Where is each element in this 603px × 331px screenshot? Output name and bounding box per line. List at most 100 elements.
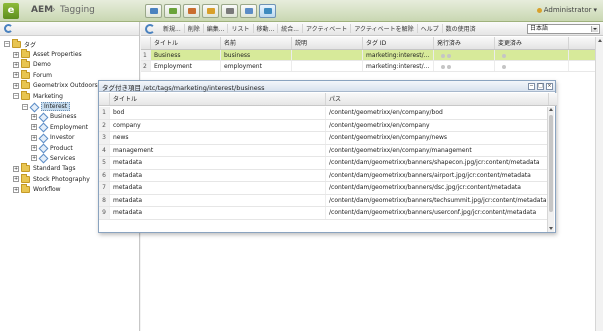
column-header[interactable]: 名前: [221, 37, 292, 49]
expand-icon[interactable]: +: [31, 124, 37, 131]
table-row[interactable]: 9 metadata/content/dam/geometrixx/banners…: [99, 207, 549, 220]
folder-icon: [21, 80, 30, 90]
expand-icon[interactable]: +: [13, 51, 19, 58]
toolbar-button[interactable]: アクティベートを解除: [351, 24, 418, 33]
top-bar: e AEM › Tagging Administrator ▾: [0, 0, 603, 22]
collapse-icon[interactable]: −: [4, 41, 10, 48]
tagged-items-window: タグ付き項目 /etc/tags/marketing/interest/busi…: [98, 80, 557, 233]
folder-icon: [21, 173, 30, 183]
collapse-icon[interactable]: −: [22, 103, 28, 110]
expand-icon[interactable]: +: [13, 186, 19, 193]
row-number: 2: [141, 61, 151, 71]
campaigns-icon: [207, 8, 215, 14]
close-icon[interactable]: ×: [546, 83, 553, 90]
user-menu[interactable]: Administrator ▾: [536, 6, 597, 14]
collapse-icon[interactable]: −: [13, 93, 19, 100]
table-row[interactable]: 2 company/content/geometrixx/en/company: [99, 119, 549, 132]
column-header[interactable]: パス: [326, 93, 549, 105]
tree-item[interactable]: − タグ: [0, 38, 139, 49]
tag-icon: [39, 123, 47, 131]
column-header[interactable]: タイトル: [151, 37, 221, 49]
expand-icon[interactable]: +: [13, 72, 19, 79]
expand-icon[interactable]: +: [13, 176, 19, 183]
app-name[interactable]: AEM: [31, 5, 53, 15]
expand-icon[interactable]: +: [31, 134, 37, 141]
column-header[interactable]: 変更済み: [495, 37, 569, 49]
table-row[interactable]: 7 metadata/content/dam/geometrixx/banners…: [99, 182, 549, 195]
cell-published: [434, 50, 495, 60]
toolbar-button[interactable]: 移動...: [254, 24, 279, 33]
refresh-icon[interactable]: [145, 23, 155, 34]
table-row[interactable]: 4 management/content/geometrixx/en/compan…: [99, 144, 549, 157]
expand-icon[interactable]: +: [13, 82, 19, 89]
table-row[interactable]: 5 metadata/content/dam/geometrixx/banners…: [99, 157, 549, 170]
communities-icon: [188, 8, 196, 14]
cell-title: metadata: [110, 207, 326, 219]
expand-icon[interactable]: +: [31, 113, 37, 120]
status-dot-icon: [447, 53, 451, 58]
toolbar-button[interactable]: 統合...: [278, 24, 303, 33]
language-select[interactable]: 日本語: [527, 24, 600, 34]
cell-modified: [495, 50, 569, 60]
maximize-icon[interactable]: □: [537, 83, 544, 90]
status-dot-icon: [502, 64, 506, 69]
table-row[interactable]: 6 metadata/content/dam/geometrixx/banners…: [99, 169, 549, 182]
console-button-users[interactable]: [240, 4, 257, 18]
user-name: Administrator: [543, 6, 592, 14]
tree-item[interactable]: + Demo: [0, 59, 139, 70]
expand-icon[interactable]: +: [31, 155, 37, 162]
window-title: タグ付き項目 /etc/tags/marketing/interest/busi…: [102, 84, 265, 92]
table-row[interactable]: 1 Business business marketing:interest/bu..…: [141, 50, 603, 61]
console-button-campaigns[interactable]: [202, 4, 219, 18]
column-header[interactable]: 発行済み: [434, 37, 495, 49]
toolbar-button[interactable]: アクティベート: [303, 24, 352, 33]
table-row[interactable]: 3 news/content/geometrixx/en/company/news: [99, 132, 549, 145]
chevron-down-icon[interactable]: [591, 26, 598, 32]
grid-scrollbar[interactable]: [595, 37, 603, 331]
tree-item[interactable]: + Forum: [0, 69, 139, 80]
column-header[interactable]: タイトル: [110, 93, 326, 105]
row-number: 2: [99, 119, 110, 131]
console-button-websites[interactable]: [145, 4, 162, 18]
scroll-up-icon[interactable]: [549, 108, 553, 111]
expand-icon[interactable]: +: [13, 61, 19, 68]
user-icon: [536, 7, 542, 13]
folder-icon: [21, 90, 30, 100]
expand-icon[interactable]: +: [31, 145, 37, 152]
row-number: 1: [141, 50, 151, 60]
toolbar-button[interactable]: 数の使用済: [443, 24, 479, 33]
table-row[interactable]: 2 Employment employment marketing:interest/…: [141, 61, 603, 72]
table-row[interactable]: 1 bod/content/geometrixx/en/company/bod: [99, 107, 549, 120]
scroll-thumb[interactable]: [549, 115, 553, 212]
expand-icon[interactable]: +: [13, 165, 19, 172]
scroll-down-icon[interactable]: [549, 227, 553, 230]
tree-item-label: Stock Photography: [33, 175, 90, 183]
cell-title: metadata: [110, 157, 326, 169]
minimize-icon[interactable]: −: [528, 83, 535, 90]
table-row[interactable]: 8 metadata/content/dam/geometrixx/banners…: [99, 194, 549, 207]
column-header[interactable]: 説明: [292, 37, 363, 49]
toolbar-button[interactable]: 編集...: [204, 24, 229, 33]
popup-scrollbar[interactable]: [547, 107, 554, 232]
toolbar-button[interactable]: 削除: [185, 24, 204, 33]
window-title-bar[interactable]: タグ付き項目 /etc/tags/marketing/interest/busi…: [99, 81, 555, 92]
chevron-down-icon: ▾: [593, 6, 597, 14]
tree-item[interactable]: + Asset Properties: [0, 49, 139, 59]
toolbar-button[interactable]: ヘルプ: [418, 24, 443, 33]
grid-toolbar: 新規... 削除 編集... リスト 移動... 統合... アクティベート アクティベートを…: [141, 22, 603, 36]
tagging-icon: [264, 8, 272, 14]
tag-icon: [39, 154, 47, 162]
console-button-digital-assets[interactable]: [164, 4, 181, 18]
tag-icon: [39, 113, 47, 121]
column-header[interactable]: タグ ID: [363, 37, 434, 49]
toolbar-button[interactable]: 新規...: [160, 24, 185, 33]
refresh-icon[interactable]: [4, 24, 13, 33]
console-button-tagging[interactable]: [259, 4, 276, 18]
cell-desc: [292, 50, 363, 60]
console-button-communities[interactable]: [183, 4, 200, 18]
aem-logo[interactable]: e: [3, 3, 19, 19]
toolbar-button[interactable]: リスト: [228, 24, 254, 33]
tree-item-label: Business: [50, 113, 77, 121]
console-button-inbox[interactable]: [221, 4, 238, 18]
tree-item-label: Services: [50, 154, 76, 162]
